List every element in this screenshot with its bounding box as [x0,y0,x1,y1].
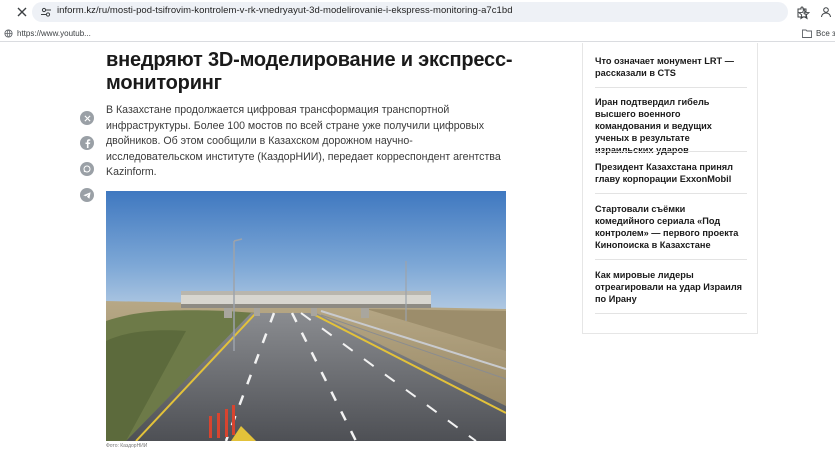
site-info-icon[interactable] [38,4,54,20]
article-lead: В Казахстане продолжается цифровая транс… [106,104,501,178]
stop-loading-icon[interactable] [14,4,30,20]
bookmark-label: https://www.youtub... [17,28,91,38]
folder-icon [802,29,812,38]
news-item[interactable]: Иран подтвердил гибель высшего военного … [595,96,747,156]
url-text[interactable]: inform.kz/ru/mosti-pod-tsifrovim-kontrol… [57,5,513,16]
all-bookmarks-button[interactable]: Все за [802,26,835,40]
article-photo [106,191,506,441]
news-item[interactable]: Что означает монумент LRT — рассказали в… [595,55,747,79]
news-item[interactable]: Президент Казахстана принял главу корпор… [595,161,747,185]
divider [595,193,747,194]
page-content: внедряют 3D-моделирование и экспресс-мон… [0,43,835,450]
divider [595,259,747,260]
facebook-icon[interactable] [80,136,94,150]
photo-caption: Фото: КаздорНИИ [106,443,148,449]
news-item[interactable]: Стартовали съёмки комедийного сериала «П… [595,203,747,251]
extensions-icon[interactable] [794,4,810,20]
telegram-icon[interactable] [80,188,94,202]
x-icon[interactable] [80,111,94,125]
globe-icon [4,28,13,38]
all-bookmarks-label: Все за [816,28,835,38]
news-item[interactable]: Как мировые лидеры отреагировали на удар… [595,269,747,305]
user-profile-icon[interactable] [818,4,834,20]
bookmark-item[interactable]: https://www.youtub... [4,26,91,40]
browser-toolbar: inform.kz/ru/mosti-pod-tsifrovim-kontrol… [0,0,835,24]
highway-photo-illustration [106,191,506,441]
divider [595,87,747,88]
divider [595,313,747,314]
whatsapp-icon[interactable] [80,162,94,176]
bookmarks-bar: https://www.youtub... Все за [0,24,835,42]
divider [595,151,747,152]
address-bar[interactable]: inform.kz/ru/mosti-pod-tsifrovim-kontrol… [32,2,810,22]
sidebar-news: Что означает монумент LRT — рассказали в… [582,43,758,334]
article-title: внедряют 3D-моделирование и экспресс-мон… [106,49,513,94]
